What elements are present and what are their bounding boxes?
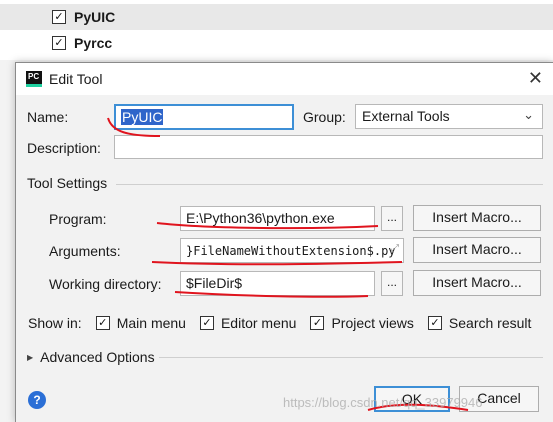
triangle-right-icon: ▶: [27, 352, 34, 362]
list-item-pyrcc[interactable]: ✓ Pyrcc: [0, 30, 553, 56]
arguments-value: }FileNameWithoutExtension$.py: [186, 244, 396, 258]
checkbox-main-menu[interactable]: ✓: [95, 316, 110, 330]
name-input-selected-text: PyUIC: [121, 109, 164, 125]
checkbox-editor-menu[interactable]: ✓: [199, 316, 214, 330]
name-input[interactable]: PyUIC: [114, 104, 294, 130]
arguments-insert-macro-button[interactable]: Insert Macro...: [413, 237, 541, 263]
working-directory-browse-button[interactable]: ...: [381, 271, 403, 296]
list-item-label: PyUIC: [74, 9, 116, 25]
expand-icon[interactable]: ⤢: [391, 243, 399, 254]
tool-settings-heading: Tool Settings: [27, 175, 108, 191]
dialog-titlebar: PC Edit Tool ✕: [16, 63, 553, 95]
option-label: Main menu: [116, 315, 186, 331]
chevron-down-icon: ⌄: [523, 107, 534, 122]
option-label: Editor menu: [220, 315, 297, 331]
group-select-value: External Tools: [362, 108, 450, 124]
description-label: Description:: [27, 140, 101, 156]
dialog-title: Edit Tool: [49, 71, 103, 87]
pycharm-logo-icon: PC: [26, 71, 42, 87]
section-divider: [116, 184, 543, 185]
show-in-row: Show in: ✓ Main menu ✓ Editor menu ✓ Pro…: [28, 315, 531, 331]
group-select[interactable]: External Tools ⌄: [355, 104, 543, 129]
checkbox-project-views[interactable]: ✓: [310, 316, 325, 330]
show-in-search-result[interactable]: ✓ Search result: [427, 315, 532, 331]
advanced-divider: [159, 357, 543, 358]
list-item-label: Pyrcc: [74, 35, 113, 51]
checkbox-search-result[interactable]: ✓: [427, 316, 442, 330]
program-value: E:\Python36\python.exe: [186, 210, 335, 226]
description-input[interactable]: [114, 135, 543, 159]
program-label: Program:: [49, 211, 107, 227]
option-label: Project views: [331, 315, 414, 331]
program-insert-macro-button[interactable]: Insert Macro...: [413, 205, 541, 231]
working-directory-value: $FileDir$: [186, 275, 243, 291]
checkbox-pyrcc[interactable]: ✓: [52, 36, 66, 50]
working-directory-insert-macro-button[interactable]: Insert Macro...: [413, 270, 541, 296]
working-directory-input[interactable]: $FileDir$: [180, 271, 375, 296]
arguments-label: Arguments:: [49, 243, 121, 259]
checkbox-pyuic[interactable]: ✓: [52, 10, 66, 24]
show-in-project-views[interactable]: ✓ Project views: [310, 315, 414, 331]
name-label: Name:: [27, 109, 69, 125]
working-directory-label: Working directory:: [49, 276, 162, 292]
show-in-label: Show in:: [28, 315, 82, 331]
show-in-editor-menu[interactable]: ✓ Editor menu: [199, 315, 297, 331]
option-label: Search result: [448, 315, 532, 331]
edit-tool-dialog: PC Edit Tool ✕ Name: PyUIC Group: Extern…: [15, 62, 553, 422]
close-icon[interactable]: ✕: [528, 69, 543, 87]
advanced-options-toggle[interactable]: ▶ Advanced Options: [27, 349, 155, 365]
advanced-options-label: Advanced Options: [40, 349, 155, 365]
program-input[interactable]: E:\Python36\python.exe: [180, 206, 375, 231]
list-item-pyuic[interactable]: ✓ PyUIC: [0, 4, 553, 30]
group-label: Group:: [303, 109, 346, 125]
help-icon[interactable]: ?: [28, 391, 46, 409]
program-browse-button[interactable]: ...: [381, 206, 403, 231]
show-in-main-menu[interactable]: ✓ Main menu: [95, 315, 186, 331]
arguments-input[interactable]: }FileNameWithoutExtension$.py ⤢: [180, 238, 404, 263]
watermark: https://blog.csdn.net/qq_33979946: [283, 395, 483, 410]
